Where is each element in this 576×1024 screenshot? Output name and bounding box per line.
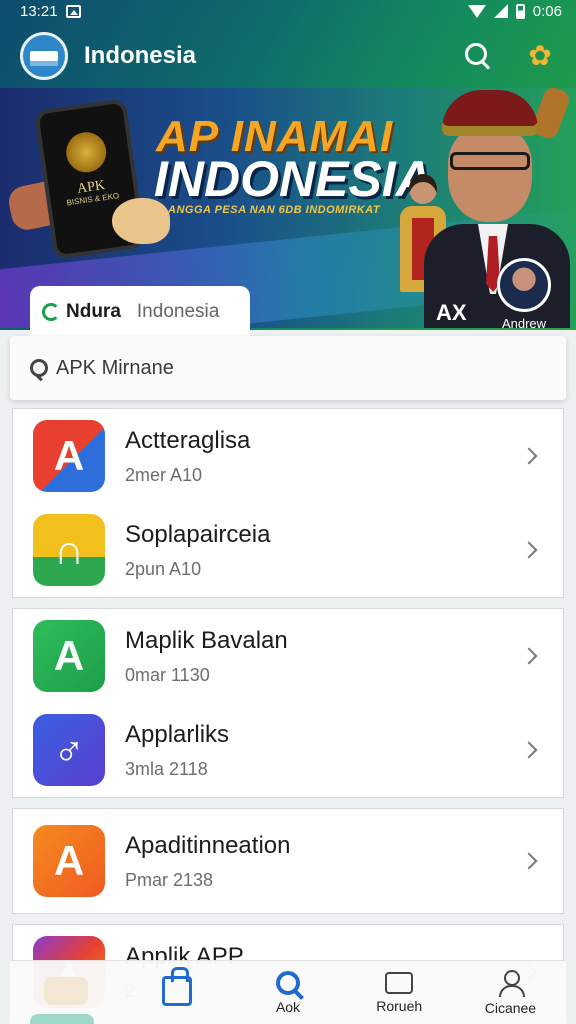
search-icon[interactable] bbox=[460, 38, 496, 74]
app-icon: ∩ bbox=[33, 514, 105, 586]
refresh-icon bbox=[42, 303, 60, 321]
partial-app-tile bbox=[30, 1014, 94, 1024]
app-meta: 3mla 2118 bbox=[125, 758, 208, 779]
search-icon bbox=[30, 359, 48, 377]
app-group: A Actteraglisa 2mer A10 ∩ Soplapairceia … bbox=[12, 408, 564, 598]
app-icon: A bbox=[33, 420, 105, 492]
app-list: A Actteraglisa 2mer A10 ∩ Soplapairceia … bbox=[12, 408, 564, 1024]
banner-title-line2: INDONESIA bbox=[154, 151, 432, 207]
home-tile-icon bbox=[43, 976, 88, 1005]
list-item[interactable]: ♂ Applarliks 3mla 2118 bbox=[13, 703, 563, 797]
app-name: Applarliks bbox=[125, 720, 230, 748]
flower-icon[interactable]: ✿ bbox=[524, 40, 556, 72]
list-item[interactable]: A Actteraglisa 2mer A10 bbox=[13, 409, 563, 503]
nav-search[interactable]: Aok bbox=[232, 961, 343, 1024]
chevron-right-icon bbox=[520, 541, 538, 559]
nav-messages[interactable]: Rorueh bbox=[344, 961, 455, 1024]
app-group: A Apaditinneation Pmar 2138 bbox=[12, 808, 564, 914]
app-icon: A bbox=[33, 825, 105, 897]
tab-row: Ndura Indonesia AX Andrew bbox=[0, 258, 576, 338]
profile-button[interactable]: Andrew bbox=[494, 258, 554, 331]
image-notification-icon bbox=[65, 4, 81, 18]
status-time: 13:21 bbox=[20, 2, 58, 20]
status-bar: 13:21 0:06 bbox=[0, 0, 576, 22]
banner-tagline: ANGGA PESA NAN 6DB INDOMIRKAT bbox=[168, 204, 381, 216]
app-meta: Pmar 2138 bbox=[125, 869, 214, 890]
bottom-nav: Aok Rorueh Cicanee bbox=[10, 960, 566, 1024]
chevron-right-icon bbox=[520, 852, 538, 870]
wifi-icon bbox=[467, 4, 486, 18]
list-item[interactable]: A Apaditinneation Pmar 2138 bbox=[13, 809, 563, 913]
nav-profile[interactable]: Cicanee bbox=[455, 961, 566, 1024]
chevron-right-icon bbox=[520, 447, 538, 465]
app-name: Maplik Bavalan bbox=[125, 626, 288, 654]
nav-label: Rorueh bbox=[376, 997, 423, 1014]
signal-icon bbox=[493, 4, 508, 18]
tab-label-active: Ndura bbox=[66, 301, 121, 322]
status-clock: 0:06 bbox=[532, 2, 562, 20]
app-icon: A bbox=[33, 620, 105, 692]
search-bar[interactable] bbox=[10, 336, 566, 400]
app-meta: 2mer A10 bbox=[125, 464, 203, 485]
avatar bbox=[497, 258, 551, 312]
app-name: Apaditinneation bbox=[125, 831, 291, 859]
nav-label: Cicanee bbox=[484, 999, 537, 1016]
app-name: Actteraglisa bbox=[125, 426, 251, 454]
chevron-right-icon bbox=[520, 741, 538, 759]
search-icon bbox=[276, 970, 300, 995]
app-meta: 2pun A10 bbox=[125, 558, 202, 579]
app-meta: 0mar 1130 bbox=[125, 664, 210, 685]
app-bar: Indonesia ✿ bbox=[0, 26, 576, 86]
search-input[interactable] bbox=[56, 356, 536, 380]
battery-icon bbox=[515, 3, 525, 19]
nav-label: Aok bbox=[275, 998, 301, 1015]
nav-store[interactable] bbox=[121, 961, 232, 1024]
list-item[interactable]: A Maplik Bavalan 0mar 1130 bbox=[13, 609, 563, 703]
app-title: Indonesia bbox=[84, 42, 197, 69]
chat-icon bbox=[385, 971, 414, 994]
tab-indonesia[interactable]: Indonesia bbox=[137, 301, 219, 323]
ax-button[interactable]: AX bbox=[436, 300, 467, 326]
app-icon: ♂ bbox=[33, 714, 105, 786]
user-icon bbox=[497, 969, 526, 997]
list-item[interactable]: ∩ Soplapairceia 2pun A10 bbox=[13, 503, 563, 597]
garuda-emblem-icon bbox=[63, 129, 109, 175]
profile-name: Andrew bbox=[501, 316, 547, 331]
app-logo-icon[interactable] bbox=[20, 32, 68, 80]
app-group: A Maplik Bavalan 0mar 1130 ♂ Applarliks … bbox=[12, 608, 564, 798]
chevron-right-icon bbox=[520, 647, 538, 665]
app-name: Soplapairceia bbox=[125, 520, 271, 548]
shopping-bag-icon bbox=[161, 966, 192, 1006]
tab-ndura[interactable]: Ndura Indonesia bbox=[30, 286, 250, 338]
